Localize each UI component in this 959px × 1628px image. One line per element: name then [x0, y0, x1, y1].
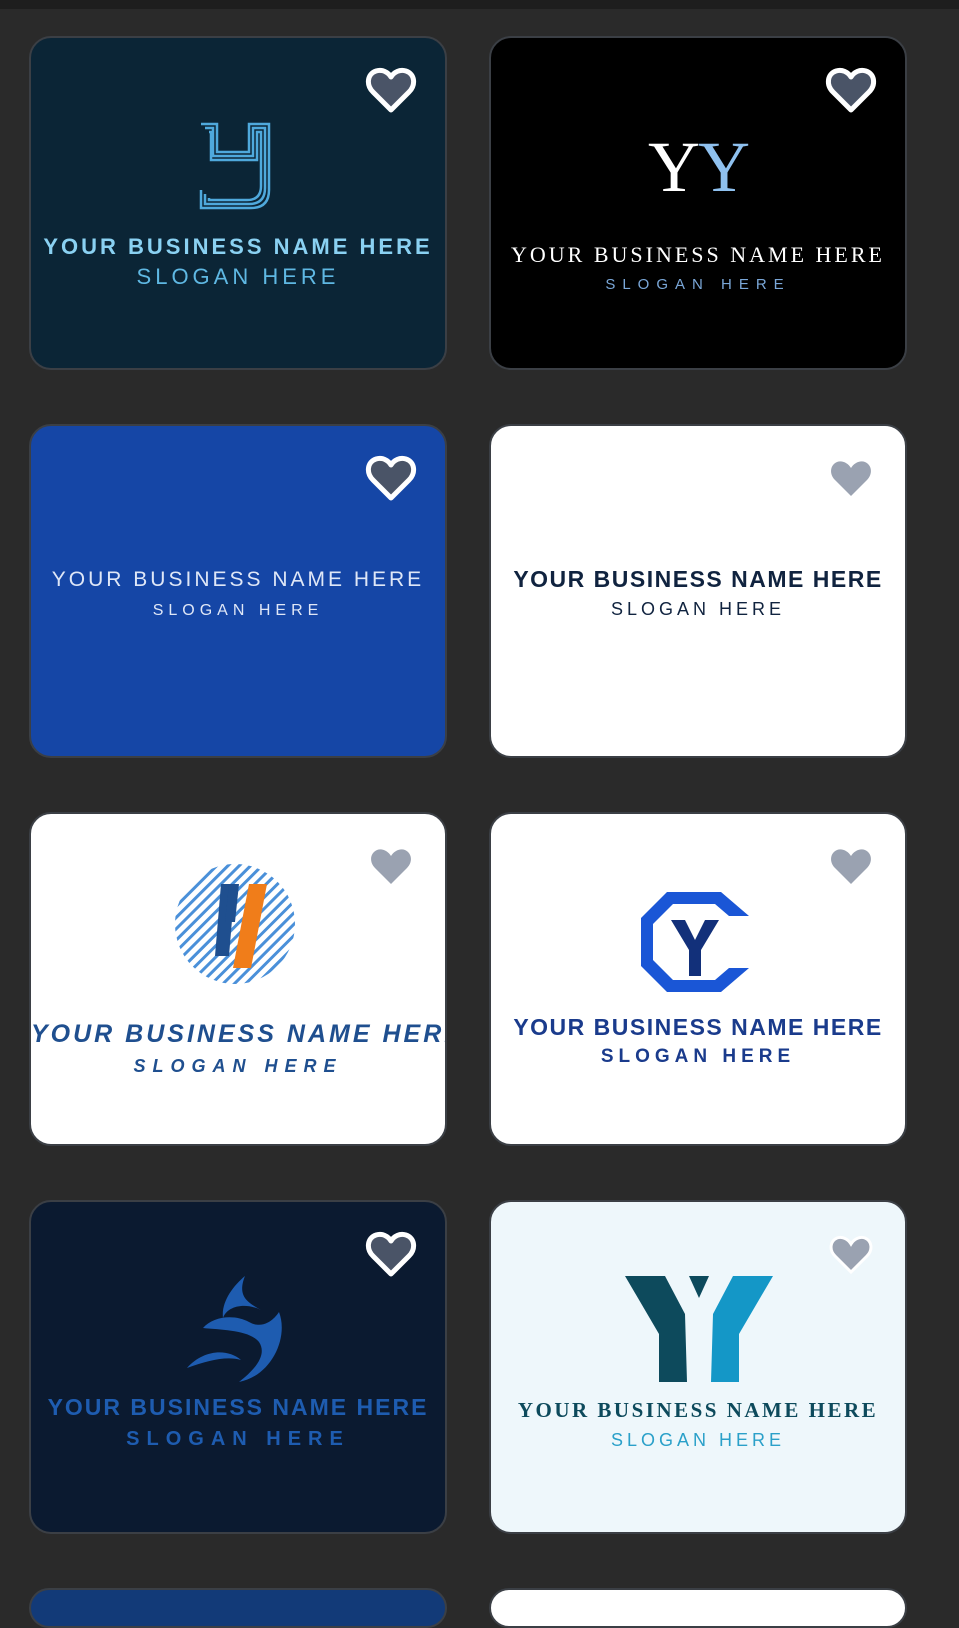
business-name: YOUR BUSINESS NAME HERE: [517, 1398, 879, 1422]
logo-template-card-2[interactable]: YY YOUR BUSINESS NAME HERE SLOGAN HERE: [489, 36, 907, 370]
slogan: SLOGAN HERE: [136, 264, 340, 289]
y-striped-circle-logo-icon: [175, 864, 295, 984]
slogan: SLOGAN HERE: [600, 1046, 796, 1067]
favorite-heart-icon[interactable]: [363, 838, 419, 894]
swirl-logo-icon: [187, 1276, 282, 1382]
logo-template-card-9[interactable]: [29, 1588, 447, 1628]
yy-monogram: YY: [648, 127, 750, 207]
favorite-heart-icon[interactable]: [363, 450, 419, 506]
status-bar-strip: [0, 0, 959, 9]
favorite-heart-icon[interactable]: [823, 838, 879, 894]
favorite-heart-icon[interactable]: [363, 1226, 419, 1282]
logo-template-card-8[interactable]: YOUR BUSINESS NAME HERE SLOGAN HERE: [489, 1200, 907, 1534]
slogan: SLOGAN HERE: [605, 276, 791, 293]
logo-template-card-6[interactable]: YOUR BUSINESS NAME HERE SLOGAN HERE: [489, 812, 907, 1146]
logo-template-card-10[interactable]: [489, 1588, 907, 1628]
favorite-heart-icon[interactable]: [823, 1226, 879, 1282]
slogan: SLOGAN HERE: [152, 602, 324, 619]
cy-monogram-logo-icon: [641, 892, 749, 992]
logo-template-card-4[interactable]: YOUR BUSINESS NAME HERE SLOGAN HERE: [489, 424, 907, 758]
slogan: SLOGAN HERE: [133, 1056, 343, 1076]
business-name: YOUR BUSINESS NAME HERE: [511, 242, 885, 267]
business-name: YOUR BUSINESS NAME HERE: [51, 568, 425, 591]
business-name: YOUR BUSINESS NAME HERE: [43, 234, 433, 259]
favorite-heart-icon[interactable]: [823, 450, 879, 506]
slogan: SLOGAN HERE: [610, 1430, 786, 1450]
logo-j-lines-icon: [199, 122, 271, 210]
business-name: YOUR BUSINESS NAME HERE: [31, 1020, 447, 1048]
logo-template-card-1[interactable]: YOUR BUSINESS NAME HERE SLOGAN HERE: [29, 36, 447, 370]
y-split-logo-icon: [625, 1276, 773, 1382]
business-name: YOUR BUSINESS NAME HERE: [513, 1014, 883, 1040]
business-name: YOUR BUSINESS NAME HERE: [513, 566, 883, 592]
logo-template-card-7[interactable]: YOUR BUSINESS NAME HERE SLOGAN HERE: [29, 1200, 447, 1534]
slogan: SLOGAN HERE: [126, 1428, 350, 1450]
logo-template-card-5[interactable]: YOUR BUSINESS NAME HERE SLOGAN HERE: [29, 812, 447, 1146]
favorite-heart-icon[interactable]: [363, 62, 419, 118]
business-name: YOUR BUSINESS NAME HERE: [47, 1394, 429, 1420]
favorite-heart-icon[interactable]: [823, 62, 879, 118]
slogan: SLOGAN HERE: [610, 599, 786, 619]
logo-template-card-3[interactable]: YOUR BUSINESS NAME HERE SLOGAN HERE: [29, 424, 447, 758]
